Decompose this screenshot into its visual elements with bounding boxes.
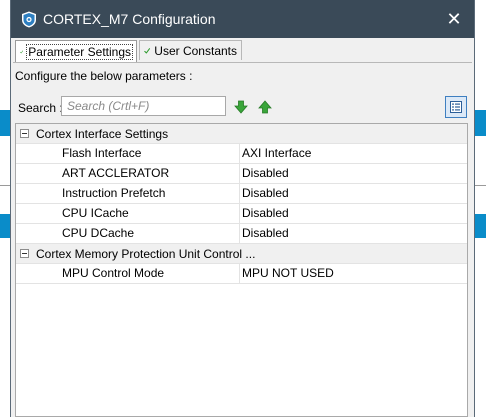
table-row[interactable]: CPU DCache Disabled — [16, 224, 467, 244]
configure-instructions: Configure the below parameters : — [15, 69, 193, 83]
parameter-settings-panel: Configure the below parameters : Search … — [13, 62, 472, 417]
tab-user-constants[interactable]: User Constants — [139, 40, 242, 60]
green-check-icon — [144, 47, 151, 53]
parameter-value[interactable]: Disabled — [242, 164, 289, 183]
parameter-value[interactable]: MPU NOT USED — [242, 264, 334, 283]
table-row[interactable]: CPU ICache Disabled — [16, 204, 467, 224]
configuration-dialog: CORTEX_M7 Configuration ✕ Parameter Sett… — [10, 0, 475, 417]
previous-match-arrow-up-icon[interactable] — [258, 100, 272, 114]
table-row[interactable]: Flash Interface AXI Interface — [16, 144, 467, 164]
parameter-value[interactable]: Disabled — [242, 184, 289, 203]
table-row[interactable]: Instruction Prefetch Disabled — [16, 184, 467, 204]
green-check-icon — [20, 50, 24, 53]
tab-label: User Constants — [154, 43, 237, 58]
group-title: Cortex Memory Protection Unit Control ..… — [36, 247, 256, 261]
parameter-name: CPU ICache — [16, 204, 240, 223]
parameter-value[interactable]: AXI Interface — [242, 144, 311, 163]
parameter-name: ART ACCLERATOR — [16, 164, 240, 183]
group-header-cortex-mpu-control[interactable]: Cortex Memory Protection Unit Control ..… — [16, 244, 467, 264]
app-shield-icon — [22, 11, 36, 28]
tab-label: Parameter Settings — [26, 43, 133, 60]
list-view-toggle-button[interactable] — [445, 96, 467, 118]
group-title: Cortex Interface Settings — [36, 127, 169, 141]
tab-parameter-settings[interactable]: Parameter Settings — [15, 40, 137, 62]
parameter-value[interactable]: Disabled — [242, 204, 289, 223]
window-title: CORTEX_M7 Configuration — [43, 11, 216, 27]
collapse-minus-icon[interactable] — [20, 249, 29, 258]
parameter-name: Flash Interface — [16, 144, 240, 163]
table-row[interactable]: ART ACCLERATOR Disabled — [16, 164, 467, 184]
close-icon: ✕ — [446, 9, 462, 29]
group-header-cortex-interface[interactable]: Cortex Interface Settings — [16, 124, 467, 144]
table-row[interactable]: MPU Control Mode MPU NOT USED — [16, 264, 467, 284]
search-label: Search : — [18, 101, 63, 115]
parameter-name: CPU DCache — [16, 224, 240, 243]
next-match-arrow-down-icon[interactable] — [234, 100, 248, 114]
search-input[interactable] — [61, 96, 226, 116]
parameter-name: Instruction Prefetch — [16, 184, 240, 203]
list-view-icon — [450, 101, 462, 113]
collapse-minus-icon[interactable] — [20, 129, 29, 138]
parameter-name: MPU Control Mode — [16, 264, 240, 283]
parameter-grid: Cortex Interface Settings Flash Interfac… — [15, 123, 468, 417]
close-button[interactable]: ✕ — [440, 6, 468, 32]
parameter-value[interactable]: Disabled — [242, 224, 289, 243]
title-bar[interactable]: CORTEX_M7 Configuration ✕ — [11, 0, 474, 38]
